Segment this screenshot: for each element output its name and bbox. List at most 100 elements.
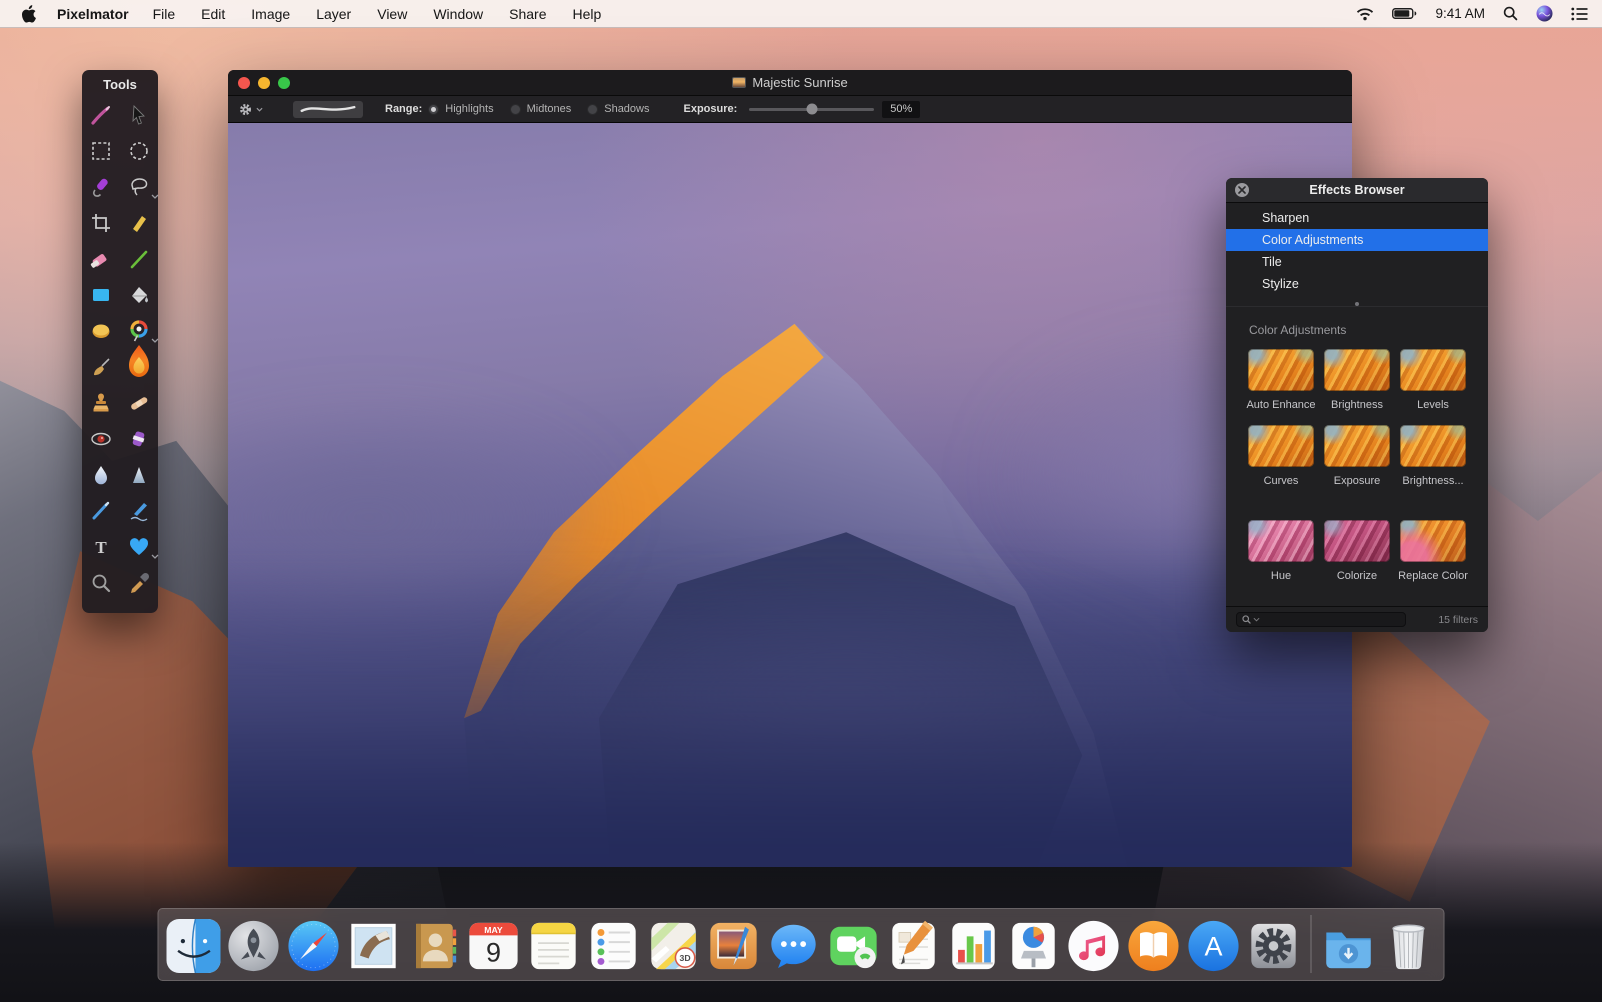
quick-select-tool[interactable] bbox=[82, 169, 120, 205]
blur-drop-tool[interactable] bbox=[82, 457, 120, 493]
paint-stroke-tool[interactable] bbox=[82, 97, 120, 133]
eraser-tool[interactable] bbox=[82, 241, 120, 277]
filter-levels[interactable]: Levels bbox=[1400, 349, 1466, 411]
dock-calendar[interactable]: MAY9 bbox=[467, 919, 521, 973]
dock-mail[interactable] bbox=[347, 919, 401, 973]
pencil-line-tool[interactable] bbox=[120, 241, 158, 277]
zoom-button[interactable] bbox=[278, 77, 290, 89]
dock-messages[interactable] bbox=[767, 919, 821, 973]
dock-ibooks[interactable] bbox=[1127, 919, 1181, 973]
category-color-adjustments[interactable]: Color Adjustments bbox=[1226, 229, 1488, 251]
dock-downloads[interactable] bbox=[1322, 919, 1376, 973]
dock-maps[interactable]: 3D bbox=[647, 919, 701, 973]
filter-brightness[interactable]: Brightness bbox=[1324, 349, 1390, 411]
effects-category-list: SharpenColor AdjustmentsTileStylize bbox=[1226, 207, 1488, 295]
window-titlebar[interactable]: Majestic Sunrise bbox=[228, 70, 1352, 96]
filter-search-field[interactable] bbox=[1236, 612, 1406, 627]
sponge-coin-tool[interactable] bbox=[82, 313, 120, 349]
pen-freeform-tool[interactable] bbox=[120, 493, 158, 529]
range-option-highlights[interactable]: Highlights bbox=[428, 103, 493, 115]
notes-icon bbox=[527, 919, 581, 973]
type-tool[interactable]: T bbox=[82, 529, 120, 565]
shape-rect-tool[interactable] bbox=[82, 277, 120, 313]
filter-replace-color[interactable]: Replace Color bbox=[1400, 520, 1466, 582]
filter-exposure[interactable]: Exposure bbox=[1324, 425, 1390, 487]
zoom-tool[interactable] bbox=[82, 565, 120, 601]
filter-auto-enhance[interactable]: Auto Enhance bbox=[1248, 349, 1314, 411]
category-tile[interactable]: Tile bbox=[1226, 251, 1488, 273]
minimize-button[interactable] bbox=[258, 77, 270, 89]
dock-notes[interactable] bbox=[527, 919, 581, 973]
clone-stamp-tool[interactable] bbox=[82, 385, 120, 421]
search-icon bbox=[1242, 615, 1251, 624]
shape-heart-tool[interactable] bbox=[120, 529, 158, 565]
gradient-swirl-icon bbox=[128, 320, 150, 342]
menu-layer[interactable]: Layer bbox=[316, 6, 351, 22]
menu-image[interactable]: Image bbox=[251, 6, 290, 22]
dock-system-preferences[interactable] bbox=[1247, 919, 1301, 973]
battery-icon[interactable] bbox=[1392, 8, 1417, 19]
exposure-slider-thumb[interactable] bbox=[806, 104, 817, 115]
lasso-tool[interactable] bbox=[120, 169, 158, 205]
filter-curves[interactable]: Curves bbox=[1248, 425, 1314, 487]
filter-brightness-[interactable]: Brightness... bbox=[1400, 425, 1466, 487]
range-option-shadows[interactable]: Shadows bbox=[587, 103, 649, 115]
eyedropper-tool[interactable] bbox=[120, 565, 158, 601]
dock-pixelmator[interactable] bbox=[707, 919, 761, 973]
healing-tool[interactable] bbox=[120, 385, 158, 421]
brush-tool[interactable] bbox=[82, 349, 120, 385]
sharpen-cone-tool[interactable] bbox=[120, 457, 158, 493]
dock-keynote[interactable] bbox=[1007, 919, 1061, 973]
wifi-icon[interactable] bbox=[1356, 7, 1374, 21]
dock-launchpad[interactable] bbox=[227, 919, 281, 973]
pencil-blue-tool[interactable] bbox=[82, 493, 120, 529]
category-stylize[interactable]: Stylize bbox=[1226, 273, 1488, 295]
brush-preview[interactable] bbox=[293, 101, 363, 118]
dock-pages[interactable] bbox=[887, 919, 941, 973]
menu-share[interactable]: Share bbox=[509, 6, 546, 22]
clock[interactable]: 9:41 AM bbox=[1435, 6, 1485, 21]
close-panel-button[interactable] bbox=[1235, 183, 1249, 197]
sponge-tool[interactable] bbox=[120, 421, 158, 457]
menu-view[interactable]: View bbox=[377, 6, 407, 22]
dock-contacts[interactable] bbox=[407, 919, 461, 973]
tool-settings-button[interactable] bbox=[238, 102, 263, 117]
dock-facetime[interactable] bbox=[827, 919, 881, 973]
category-sharpen[interactable]: Sharpen bbox=[1226, 207, 1488, 229]
move-tool[interactable] bbox=[120, 97, 158, 133]
dock-app-store[interactable]: A bbox=[1187, 919, 1241, 973]
dock-itunes[interactable] bbox=[1067, 919, 1121, 973]
menu-edit[interactable]: Edit bbox=[201, 6, 225, 22]
app-menu-name[interactable]: Pixelmator bbox=[57, 6, 129, 22]
menu-help[interactable]: Help bbox=[572, 6, 601, 22]
filter-colorize[interactable]: Colorize bbox=[1324, 520, 1390, 582]
dock-finder[interactable] bbox=[167, 919, 221, 973]
filter-hue[interactable]: Hue bbox=[1248, 520, 1314, 582]
image-canvas[interactable] bbox=[228, 123, 1352, 867]
paint-bucket-tool[interactable] bbox=[120, 277, 158, 313]
notification-center-icon[interactable] bbox=[1571, 7, 1588, 21]
dock-numbers[interactable] bbox=[947, 919, 1001, 973]
menu-file[interactable]: File bbox=[153, 6, 176, 22]
marquee-rect-tool[interactable] bbox=[82, 133, 120, 169]
exposure-slider[interactable] bbox=[749, 108, 874, 111]
dock-trash[interactable] bbox=[1382, 919, 1436, 973]
red-eye-tool[interactable] bbox=[82, 421, 120, 457]
apple-menu[interactable] bbox=[22, 5, 37, 23]
radio-selected[interactable] bbox=[428, 104, 439, 115]
spotlight-icon[interactable] bbox=[1503, 6, 1518, 21]
effects-browser-header[interactable]: Effects Browser bbox=[1226, 178, 1488, 203]
menu-window[interactable]: Window bbox=[433, 6, 483, 22]
crop-tool[interactable] bbox=[82, 205, 120, 241]
dock-safari[interactable] bbox=[287, 919, 341, 973]
pen-tool[interactable] bbox=[120, 205, 158, 241]
panel-resize-handle[interactable] bbox=[1226, 295, 1488, 307]
radio-unselected[interactable] bbox=[510, 104, 521, 115]
range-option-midtones[interactable]: Midtones bbox=[510, 103, 572, 115]
flame-tool[interactable] bbox=[120, 349, 158, 385]
dock-reminders[interactable] bbox=[587, 919, 641, 973]
radio-unselected[interactable] bbox=[587, 104, 598, 115]
siri-icon[interactable] bbox=[1536, 5, 1553, 22]
close-button[interactable] bbox=[238, 77, 250, 89]
marquee-ellipse-tool[interactable] bbox=[120, 133, 158, 169]
